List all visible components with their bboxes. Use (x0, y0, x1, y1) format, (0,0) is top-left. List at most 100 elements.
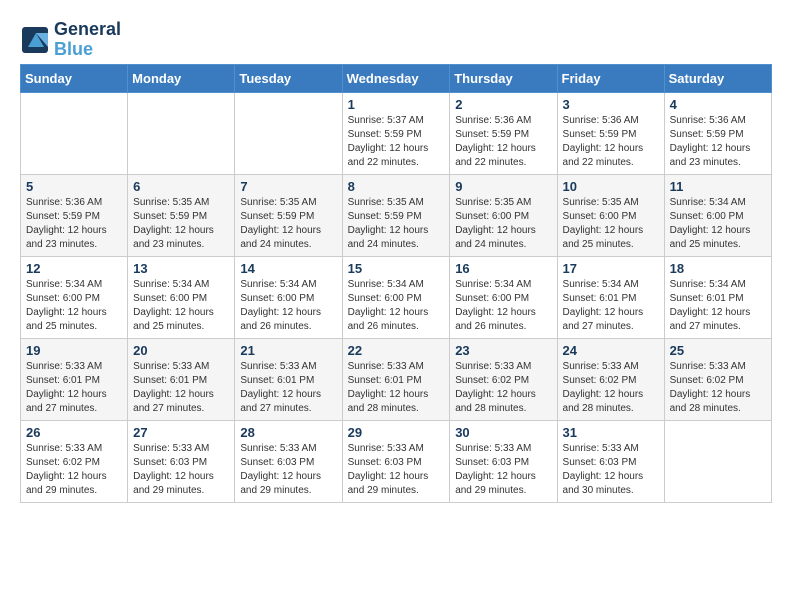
calendar-cell: 25 Sunrise: 5:33 AMSunset: 6:02 PMDayligh… (664, 338, 771, 420)
calendar-cell: 9 Sunrise: 5:35 AMSunset: 6:00 PMDaylight… (450, 174, 557, 256)
day-number: 4 (670, 97, 766, 112)
day-number: 25 (670, 343, 766, 358)
calendar-cell: 1Sunrise: 5:37 AMSunset: 5:59 PMDaylight… (342, 92, 450, 174)
day-number: 29 (348, 425, 445, 440)
day-info: Sunrise: 5:33 AMSunset: 6:03 PMDaylight:… (240, 442, 336, 498)
day-number: 5 (26, 179, 122, 194)
calendar-header-row: SundayMondayTuesdayWednesdayThursdayFrid… (21, 64, 772, 92)
day-number: 11 (670, 179, 766, 194)
calendar-cell: 14 Sunrise: 5:34 AMSunset: 6:00 PMDayligh… (235, 256, 342, 338)
calendar-cell: 2 Sunrise: 5:36 AMSunset: 5:59 PMDaylight… (450, 92, 557, 174)
weekday-header-monday: Monday (128, 64, 235, 92)
weekday-header-wednesday: Wednesday (342, 64, 450, 92)
day-info: Sunrise: 5:36 AMSunset: 5:59 PMDaylight:… (26, 196, 122, 252)
day-number: 3 (563, 97, 659, 112)
calendar-week-3: 12 Sunrise: 5:34 AMSunset: 6:00 PMDayligh… (21, 256, 772, 338)
day-info: Sunrise: 5:33 AMSunset: 6:02 PMDaylight:… (563, 360, 659, 416)
calendar-cell: 3Sunrise: 5:36 AMSunset: 5:59 PMDaylight… (557, 92, 664, 174)
day-info: Sunrise: 5:33 AMSunset: 6:02 PMDaylight:… (26, 442, 122, 498)
logo: GeneralBlue (20, 20, 121, 60)
weekday-header-thursday: Thursday (450, 64, 557, 92)
calendar-cell: 19Sunrise: 5:33 AMSunset: 6:01 PMDayligh… (21, 338, 128, 420)
day-info: Sunrise: 5:35 AMSunset: 5:59 PMDaylight:… (348, 196, 445, 252)
calendar-cell: 18 Sunrise: 5:34 AMSunset: 6:01 PMDayligh… (664, 256, 771, 338)
day-info: Sunrise: 5:33 AMSunset: 6:01 PMDaylight:… (133, 360, 229, 416)
day-number: 26 (26, 425, 122, 440)
page-header: GeneralBlue (20, 20, 772, 60)
calendar-cell: 17Sunrise: 5:34 AMSunset: 6:01 PMDayligh… (557, 256, 664, 338)
calendar-cell: 27 Sunrise: 5:33 AMSunset: 6:03 PMDayligh… (128, 420, 235, 502)
day-info: Sunrise: 5:34 AMSunset: 6:00 PMDaylight:… (348, 278, 445, 334)
calendar-week-1: 1Sunrise: 5:37 AMSunset: 5:59 PMDaylight… (21, 92, 772, 174)
day-info: Sunrise: 5:35 AMSunset: 5:59 PMDaylight:… (240, 196, 336, 252)
day-info: Sunrise: 5:33 AMSunset: 6:03 PMDaylight:… (348, 442, 445, 498)
calendar-cell: 8 Sunrise: 5:35 AMSunset: 5:59 PMDaylight… (342, 174, 450, 256)
day-info: Sunrise: 5:35 AMSunset: 6:00 PMDaylight:… (455, 196, 551, 252)
day-number: 17 (563, 261, 659, 276)
calendar-cell: 15 Sunrise: 5:34 AMSunset: 6:00 PMDayligh… (342, 256, 450, 338)
calendar-cell: 31 Sunrise: 5:33 AMSunset: 6:03 PMDayligh… (557, 420, 664, 502)
calendar-cell: 29 Sunrise: 5:33 AMSunset: 6:03 PMDayligh… (342, 420, 450, 502)
day-number: 1 (348, 97, 445, 112)
day-info: Sunrise: 5:33 AMSunset: 6:02 PMDaylight:… (455, 360, 551, 416)
calendar-table: SundayMondayTuesdayWednesdayThursdayFrid… (20, 64, 772, 503)
day-number: 6 (133, 179, 229, 194)
calendar-week-5: 26 Sunrise: 5:33 AMSunset: 6:02 PMDayligh… (21, 420, 772, 502)
day-number: 16 (455, 261, 551, 276)
day-number: 10 (563, 179, 659, 194)
day-number: 19 (26, 343, 122, 358)
day-info: Sunrise: 5:36 AMSunset: 5:59 PMDaylight:… (670, 114, 766, 170)
day-number: 15 (348, 261, 445, 276)
day-number: 7 (240, 179, 336, 194)
calendar-week-4: 19 Sunrise: 5:33 AMSunset: 6:01 PMDayligh… (21, 338, 772, 420)
day-number: 18 (670, 261, 766, 276)
calendar-body: 1Sunrise: 5:37 AMSunset: 5:59 PMDaylight… (21, 92, 772, 502)
day-number: 8 (348, 179, 445, 194)
day-number: 13 (133, 261, 229, 276)
calendar-cell (128, 92, 235, 174)
day-info: Sunrise: 5:33 AMSunset: 6:03 PMDaylight:… (133, 442, 229, 498)
day-number: 30 (455, 425, 551, 440)
day-info: Sunrise: 5:34 AMSunset: 6:00 PMDaylight:… (670, 196, 766, 252)
day-info: Sunrise: 5:33 AMSunset: 6:02 PMDaylight:… (670, 360, 766, 416)
calendar-cell: 30 Sunrise: 5:33 AMSunset: 6:03 PMDayligh… (450, 420, 557, 502)
day-info: Sunrise: 5:33 AMSunset: 6:01 PMDaylight:… (240, 360, 336, 416)
day-info: Sunrise: 5:33 AMSunset: 6:03 PMDaylight:… (455, 442, 551, 498)
day-number: 24 (563, 343, 659, 358)
calendar-cell: 11 Sunrise: 5:34 AMSunset: 6:00 PMDayligh… (664, 174, 771, 256)
day-info: Sunrise: 5:33 AMSunset: 6:03 PMDaylight:… (563, 442, 659, 498)
day-number: 2 (455, 97, 551, 112)
day-number: 12 (26, 261, 122, 276)
day-info: Sunrise: 5:36 AMSunset: 5:59 PMDaylight:… (455, 114, 551, 170)
calendar-cell: 20Sunrise: 5:33 AMSunset: 6:01 PMDayligh… (128, 338, 235, 420)
calendar-cell: 10Sunrise: 5:35 AMSunset: 6:00 PMDayligh… (557, 174, 664, 256)
day-number: 22 (348, 343, 445, 358)
calendar-cell: 7 Sunrise: 5:35 AMSunset: 5:59 PMDaylight… (235, 174, 342, 256)
calendar-cell: 22 Sunrise: 5:33 AMSunset: 6:01 PMDayligh… (342, 338, 450, 420)
calendar-cell: 6Sunrise: 5:35 AMSunset: 5:59 PMDaylight… (128, 174, 235, 256)
day-number: 31 (563, 425, 659, 440)
day-number: 28 (240, 425, 336, 440)
day-number: 14 (240, 261, 336, 276)
day-number: 23 (455, 343, 551, 358)
day-info: Sunrise: 5:34 AMSunset: 6:01 PMDaylight:… (670, 278, 766, 334)
calendar-cell: 16Sunrise: 5:34 AMSunset: 6:00 PMDayligh… (450, 256, 557, 338)
day-info: Sunrise: 5:33 AMSunset: 6:01 PMDaylight:… (348, 360, 445, 416)
weekday-header-friday: Friday (557, 64, 664, 92)
calendar-cell: 12Sunrise: 5:34 AMSunset: 6:00 PMDayligh… (21, 256, 128, 338)
calendar-cell: 24 Sunrise: 5:33 AMSunset: 6:02 PMDayligh… (557, 338, 664, 420)
calendar-cell (664, 420, 771, 502)
day-number: 27 (133, 425, 229, 440)
calendar-cell: 26 Sunrise: 5:33 AMSunset: 6:02 PMDayligh… (21, 420, 128, 502)
calendar-cell: 13Sunrise: 5:34 AMSunset: 6:00 PMDayligh… (128, 256, 235, 338)
logo-text: GeneralBlue (54, 20, 121, 60)
calendar-cell (235, 92, 342, 174)
calendar-cell: 21Sunrise: 5:33 AMSunset: 6:01 PMDayligh… (235, 338, 342, 420)
calendar-cell (21, 92, 128, 174)
day-info: Sunrise: 5:34 AMSunset: 6:00 PMDaylight:… (240, 278, 336, 334)
calendar-cell: 4 Sunrise: 5:36 AMSunset: 5:59 PMDaylight… (664, 92, 771, 174)
weekday-header-sunday: Sunday (21, 64, 128, 92)
weekday-header-saturday: Saturday (664, 64, 771, 92)
calendar-cell: 5 Sunrise: 5:36 AMSunset: 5:59 PMDaylight… (21, 174, 128, 256)
day-number: 9 (455, 179, 551, 194)
